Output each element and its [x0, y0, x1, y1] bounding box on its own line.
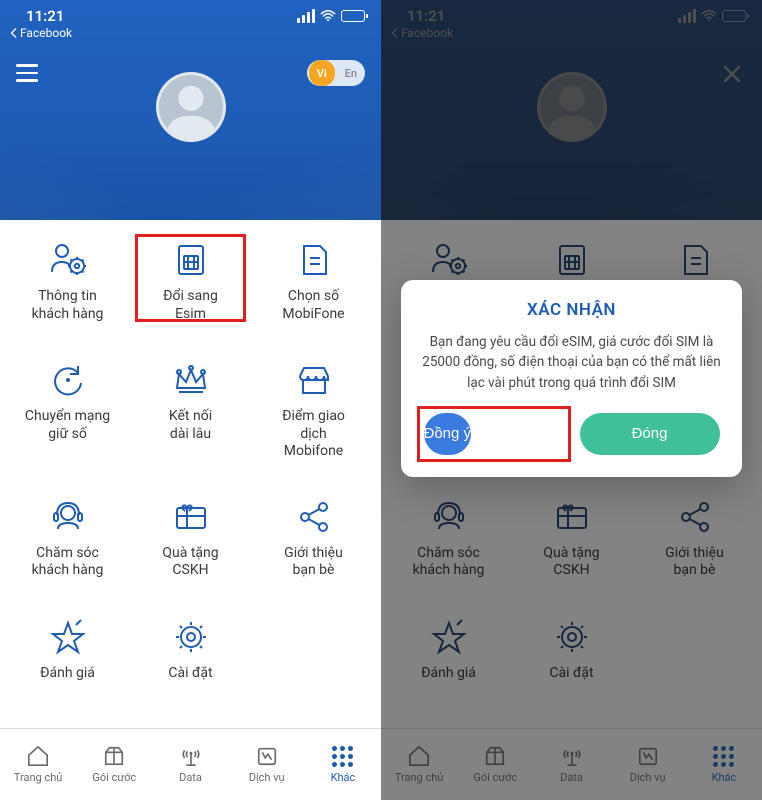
nav-label: Gói cước: [92, 771, 136, 784]
status-time: 11:21: [26, 7, 64, 25]
item-switch-esim[interactable]: Đổi sang Esim: [129, 240, 252, 324]
item-label: Đánh giá: [40, 665, 95, 683]
battery-icon: [341, 10, 365, 22]
dialog-buttons: Đồng ý Đóng: [419, 413, 724, 455]
item-label: Chuyển mạng giữ số: [25, 408, 110, 443]
language-toggle[interactable]: Vi En: [307, 60, 365, 86]
header: 11:21 Facebook Vi En: [0, 0, 381, 220]
nav-plans[interactable]: Gói cước: [76, 729, 152, 800]
item-settings[interactable]: Cài đặt: [129, 617, 252, 701]
back-to-app[interactable]: Facebook: [0, 24, 381, 40]
home-icon: [26, 745, 50, 767]
share-icon: [292, 497, 336, 537]
status-bar: 11:21: [0, 0, 381, 24]
sim-cut-icon: [292, 240, 336, 280]
item-label: Thông tin khách hàng: [32, 288, 104, 323]
crown-icon: [169, 360, 213, 400]
service-icon: [255, 745, 279, 767]
nav-label: Dịch vụ: [249, 771, 285, 784]
item-gift[interactable]: Quà tặng CSKH: [129, 497, 252, 581]
avatar[interactable]: [156, 72, 226, 142]
nav-label: Khác: [331, 771, 356, 784]
refresh-icon: [46, 360, 90, 400]
menu-button[interactable]: [16, 64, 44, 82]
item-label: Kết nối dài lâu: [169, 408, 212, 443]
grid-icon: [332, 746, 353, 767]
phone-right: 11:21 Facebook: [381, 0, 762, 800]
item-customer-info[interactable]: Thông tin khách hàng: [6, 240, 129, 324]
item-label: Chọn số MobiFone: [282, 288, 344, 323]
dialog-message: Bạn đang yêu cầu đổi eSIM, giá cước đổi …: [419, 332, 724, 393]
bottom-nav: Trang chủ Gói cước Data Dịch vụ Khác: [0, 728, 381, 800]
item-label: Đổi sang Esim: [163, 288, 218, 323]
package-icon: [102, 745, 126, 767]
nav-label: Data: [179, 771, 202, 784]
dialog-title: XÁC NHẬN: [419, 300, 724, 320]
antenna-icon: [179, 745, 203, 767]
status-indicators: [297, 9, 365, 23]
item-rating[interactable]: Đánh giá: [6, 617, 129, 701]
confirm-dialog: XÁC NHẬN Bạn đang yêu cầu đổi eSIM, giá …: [401, 280, 742, 477]
nav-services[interactable]: Dịch vụ: [229, 729, 305, 800]
star-icon: [46, 617, 90, 657]
close-dialog-button[interactable]: Đóng: [580, 413, 720, 455]
item-choose-number[interactable]: Chọn số MobiFone: [252, 240, 375, 324]
signal-icon: [297, 9, 315, 23]
item-label: Quà tặng CSKH: [162, 545, 218, 580]
wifi-icon: [320, 10, 336, 22]
agree-button[interactable]: Đồng ý: [424, 413, 472, 455]
nav-other[interactable]: Khác: [305, 729, 381, 800]
service-grid: Thông tin khách hàng Đổi sang Esim Chọn …: [0, 220, 381, 701]
item-port-number[interactable]: Chuyển mạng giữ số: [6, 360, 129, 461]
gear-icon: [169, 617, 213, 657]
back-app-label: Facebook: [20, 26, 72, 40]
headset-icon: [46, 497, 90, 537]
phone-left: 11:21 Facebook Vi En Thông tin khách hàn…: [0, 0, 381, 800]
nav-home[interactable]: Trang chủ: [0, 729, 76, 800]
nav-data[interactable]: Data: [152, 729, 228, 800]
nav-label: Trang chủ: [14, 771, 63, 784]
item-label: Chăm sóc khách hàng: [32, 545, 104, 580]
item-label: Cài đặt: [168, 665, 212, 683]
sim-icon: [169, 240, 213, 280]
item-label: Giới thiệu bạn bè: [284, 545, 343, 580]
item-transaction-point[interactable]: Điểm giao dịch Mobifone: [252, 360, 375, 461]
lang-en[interactable]: En: [337, 60, 365, 86]
lang-vi[interactable]: Vi: [309, 60, 335, 86]
item-loyalty[interactable]: Kết nối dài lâu: [129, 360, 252, 461]
item-refer-friend[interactable]: Giới thiệu bạn bè: [252, 497, 375, 581]
item-customer-care[interactable]: Chăm sóc khách hàng: [6, 497, 129, 581]
store-icon: [292, 360, 336, 400]
user-gear-icon: [46, 240, 90, 280]
gift-card-icon: [169, 497, 213, 537]
item-label: Điểm giao dịch Mobifone: [282, 408, 345, 461]
